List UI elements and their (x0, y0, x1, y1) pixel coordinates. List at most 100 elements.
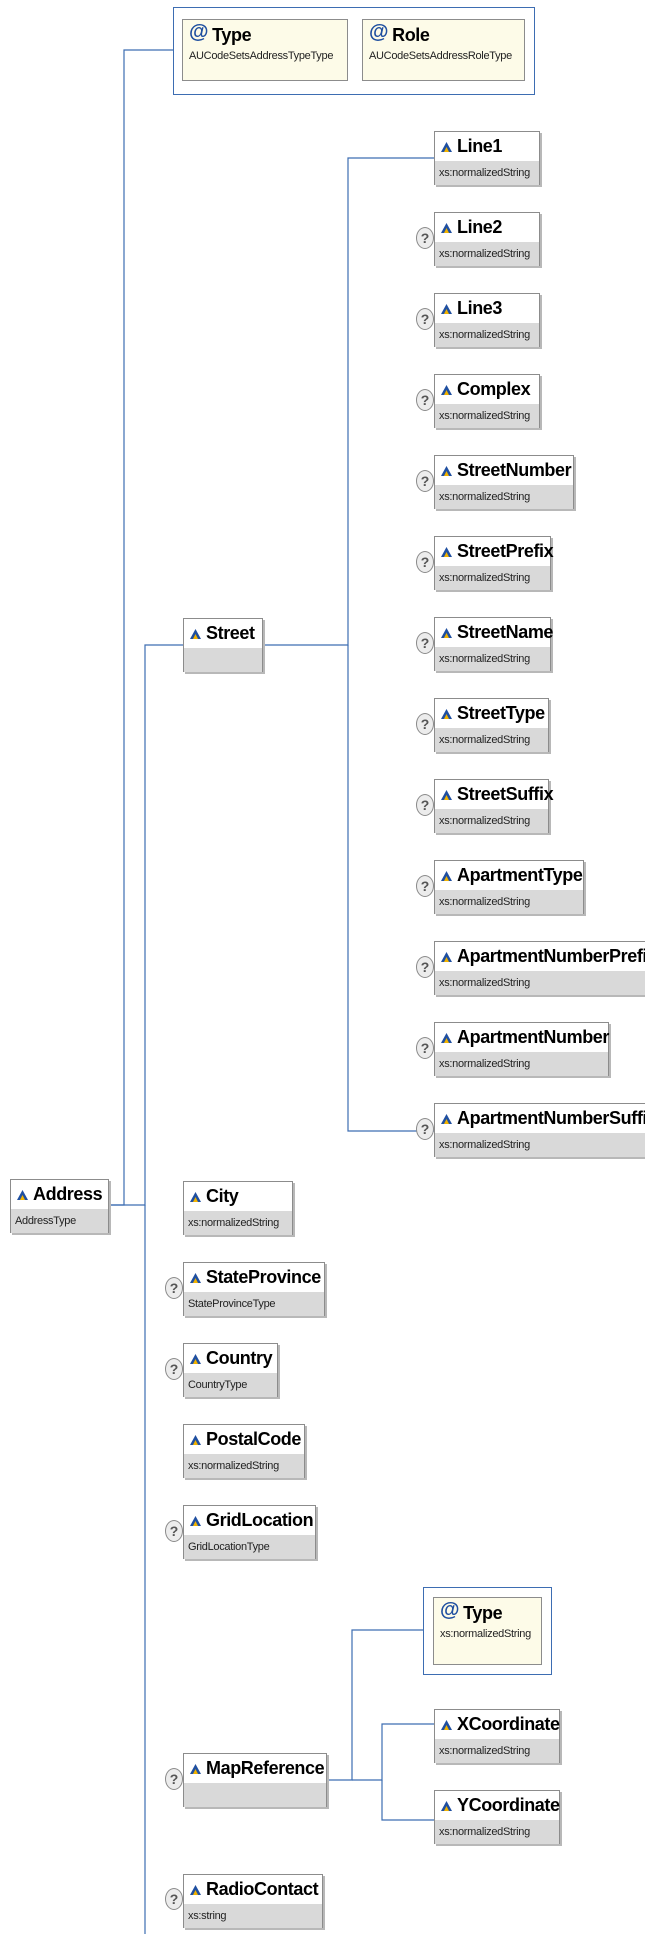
element-name: StateProvince (206, 1267, 321, 1287)
attribute-role[interactable]: @ Role AUCodeSetsAddressRoleType (362, 19, 525, 81)
element-type-label: xs:normalizedString (435, 1739, 559, 1763)
element-name: StreetSuffix (457, 784, 554, 804)
element-icon (441, 141, 452, 152)
element-radiocontact[interactable]: RadioContact xs:string (183, 1874, 323, 1928)
optional-marker-icon: ? (165, 1277, 183, 1299)
optional-marker-icon: ? (416, 227, 434, 249)
element-grid-location[interactable]: GridLocation GridLocationType (183, 1505, 316, 1559)
attribute-icon: @ (440, 1598, 460, 1621)
element-apartment-type[interactable]: ApartmentType xs:normalizedString (434, 860, 584, 914)
element-street[interactable]: Street (183, 618, 263, 672)
element-name: StreetPrefix (457, 541, 554, 561)
element-icon (441, 708, 452, 719)
element-line2[interactable]: Line2 xs:normalizedString (434, 212, 540, 266)
element-name: PostalCode (206, 1429, 302, 1449)
element-type-label: xs:normalizedString (435, 890, 583, 914)
element-name: StreetNumber (457, 460, 572, 480)
element-name: Street (206, 623, 255, 643)
element-name: MapReference (206, 1758, 325, 1778)
optional-marker-icon: ? (416, 470, 434, 492)
element-name: ApartmentType (457, 865, 583, 885)
element-address[interactable]: Address AddressType (10, 1179, 109, 1233)
element-icon (441, 1719, 452, 1730)
element-street-prefix[interactable]: StreetPrefix xs:normalizedString (434, 536, 554, 590)
element-icon (441, 627, 452, 638)
optional-marker-icon: ? (416, 1118, 434, 1140)
element-icon (190, 1763, 201, 1774)
element-name: Line1 (457, 136, 503, 156)
element-name: XCoordinate (457, 1714, 560, 1734)
element-name: Country (206, 1348, 273, 1368)
element-name: Complex (457, 379, 531, 399)
element-name: YCoordinate (457, 1795, 560, 1815)
element-type-label: xs:normalizedString (435, 728, 548, 752)
element-type-label (184, 648, 262, 672)
optional-marker-icon: ? (416, 713, 434, 735)
element-street-type[interactable]: StreetType xs:normalizedString (434, 698, 549, 752)
element-xcoordinate[interactable]: XCoordinate xs:normalizedString (434, 1709, 560, 1763)
element-icon (441, 789, 452, 800)
element-street-number[interactable]: StreetNumber xs:normalizedString (434, 455, 574, 509)
element-city[interactable]: City xs:normalizedString (183, 1181, 293, 1235)
element-icon (441, 870, 452, 881)
element-type-label: xs:normalizedString (435, 647, 550, 671)
element-icon (441, 1113, 452, 1124)
optional-marker-icon: ? (165, 1358, 183, 1380)
element-type-label: GridLocationType (184, 1535, 315, 1559)
element-type-label: xs:normalizedString (435, 161, 539, 185)
attribute-type-label: xs:normalizedString (440, 1628, 531, 1640)
attribute-name: Type (212, 24, 252, 45)
attribute-icon: @ (189, 20, 209, 43)
element-type-label: xs:normalizedString (435, 971, 645, 995)
element-type-label: xs:normalizedString (435, 1133, 645, 1157)
element-line3[interactable]: Line3 xs:normalizedString (434, 293, 540, 347)
element-type-label: xs:string (184, 1904, 322, 1928)
element-name: StreetType (457, 703, 545, 723)
element-icon (441, 303, 452, 314)
element-name: Line2 (457, 217, 503, 237)
element-name: Address (33, 1184, 103, 1204)
optional-marker-icon: ? (416, 551, 434, 573)
element-state-province[interactable]: StateProvince StateProvinceType (183, 1262, 325, 1316)
element-type-label: CountryType (184, 1373, 277, 1397)
attribute-type[interactable]: @ Type xs:normalizedString (433, 1597, 542, 1665)
element-apartment-number[interactable]: ApartmentNumber xs:normalizedString (434, 1022, 609, 1076)
element-icon (190, 628, 201, 639)
element-street-name[interactable]: StreetName xs:normalizedString (434, 617, 554, 671)
element-apartment-number-suffix[interactable]: ApartmentNumberSuffix xs:normalizedString (434, 1103, 645, 1157)
attribute-name: Role (392, 24, 430, 45)
element-name: ApartmentNumberSuffix (457, 1108, 645, 1128)
attribute-type-label: AUCodeSetsAddressTypeType (189, 50, 334, 62)
element-postal-code[interactable]: PostalCode xs:normalizedString (183, 1424, 305, 1478)
element-type-label: xs:normalizedString (184, 1211, 292, 1235)
element-street-suffix[interactable]: StreetSuffix xs:normalizedString (434, 779, 554, 833)
element-icon (190, 1884, 201, 1895)
element-icon (190, 1191, 201, 1202)
element-icon (17, 1189, 28, 1200)
attribute-type[interactable]: @ Type AUCodeSetsAddressTypeType (182, 19, 348, 81)
attribute-type-label: AUCodeSetsAddressRoleType (369, 50, 512, 62)
element-name: City (206, 1186, 239, 1206)
element-mapreference[interactable]: MapReference (183, 1753, 327, 1807)
element-type-label: xs:normalizedString (435, 566, 550, 590)
element-ycoordinate[interactable]: YCoordinate xs:normalizedString (434, 1790, 560, 1844)
element-icon (190, 1434, 201, 1445)
element-type-label: xs:normalizedString (435, 1820, 559, 1844)
element-icon (441, 1032, 452, 1043)
element-type-label: StateProvinceType (184, 1292, 324, 1316)
element-type-label: xs:normalizedString (435, 404, 539, 428)
element-name: StreetName (457, 622, 554, 642)
element-type-label: xs:normalizedString (435, 1052, 608, 1076)
optional-marker-icon: ? (416, 632, 434, 654)
element-apartment-number-prefix[interactable]: ApartmentNumberPrefix xs:normalizedString (434, 941, 645, 995)
optional-marker-icon: ? (416, 389, 434, 411)
element-country[interactable]: Country CountryType (183, 1343, 278, 1397)
element-name: ApartmentNumber (457, 1027, 610, 1047)
element-type-label: xs:normalizedString (435, 242, 539, 266)
attribute-icon: @ (369, 20, 389, 43)
element-line1[interactable]: Line1 xs:normalizedString (434, 131, 540, 185)
optional-marker-icon: ? (416, 308, 434, 330)
element-icon (441, 384, 452, 395)
element-complex[interactable]: Complex xs:normalizedString (434, 374, 540, 428)
element-icon (190, 1353, 201, 1364)
